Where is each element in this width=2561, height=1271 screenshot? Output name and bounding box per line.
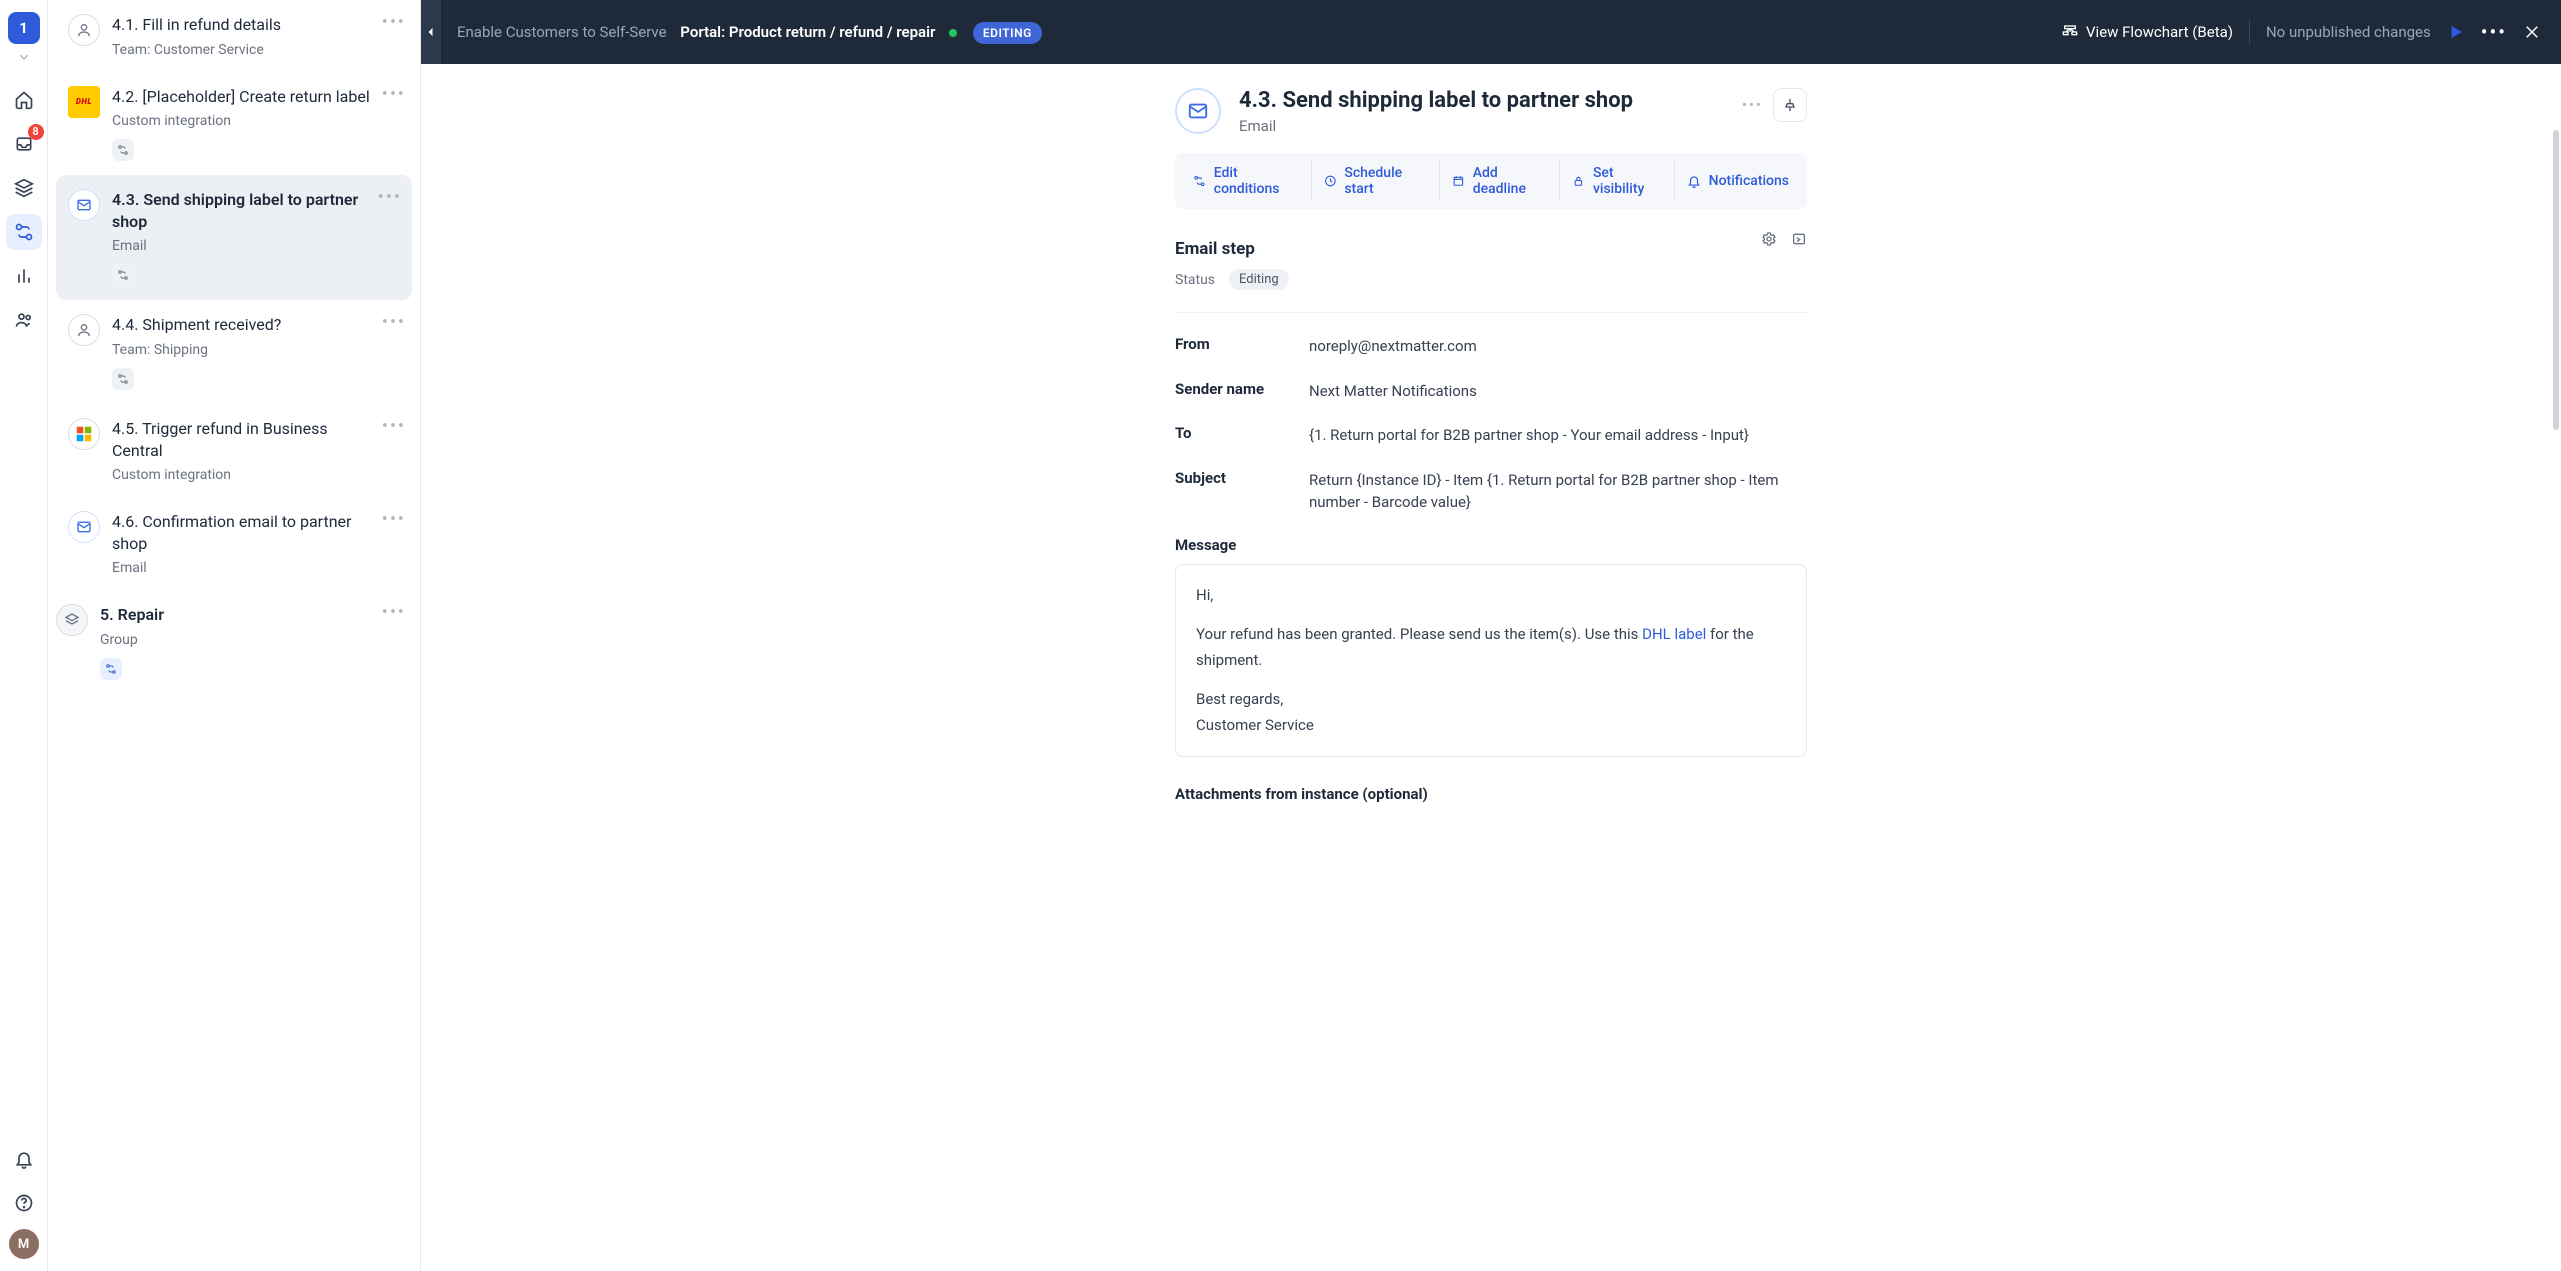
collapse-panel-button[interactable] — [421, 0, 441, 64]
nav-workflows[interactable] — [6, 214, 42, 250]
step-subtitle: Email — [112, 238, 372, 254]
subject-label: Subject — [1175, 469, 1285, 514]
inbox-badge: 8 — [28, 124, 44, 140]
more-icon[interactable]: ••• — [1742, 96, 1763, 114]
step-more-icon[interactable]: ••• — [382, 14, 406, 32]
step-more-icon[interactable]: ••• — [378, 189, 402, 207]
step-subtitle: Custom integration — [112, 113, 372, 129]
step-title: 4.3. Send shipping label to partner shop — [112, 189, 372, 232]
scrollbar[interactable] — [2553, 130, 2559, 430]
step-subtitle: Team: Shipping — [112, 342, 372, 358]
message-label: Message — [1175, 536, 1807, 554]
sender-name-value[interactable]: Next Matter Notifications — [1309, 380, 1477, 403]
message-body[interactable]: Hi, Your refund has been granted. Please… — [1175, 564, 1807, 758]
step-item-4-2[interactable]: DHL 4.2. [Placeholder] Create return lab… — [48, 72, 420, 176]
dhl-label-link[interactable]: DHL label — [1642, 625, 1706, 643]
step-detail-type: Email — [1239, 117, 1633, 135]
add-deadline-button[interactable]: Add deadline — [1440, 161, 1560, 201]
step-title: 4.6. Confirmation email to partner shop — [112, 511, 372, 554]
conditions-chip[interactable] — [112, 264, 134, 286]
subject-value[interactable]: Return {Instance ID} - Item {1. Return p… — [1309, 469, 1807, 514]
step-item-4-5[interactable]: 4.5. Trigger refund in Business Central … — [48, 404, 420, 497]
sender-name-label: Sender name — [1175, 380, 1285, 403]
gear-icon[interactable] — [1761, 231, 1777, 247]
nav-notifications[interactable] — [6, 1141, 42, 1177]
dhl-icon: DHL — [68, 86, 100, 118]
preview-icon[interactable] — [1791, 231, 1807, 247]
action-bar: Edit conditions Schedule start Add deadl… — [1175, 153, 1807, 209]
more-icon[interactable]: ••• — [2481, 20, 2507, 44]
schedule-start-button[interactable]: Schedule start — [1312, 161, 1440, 201]
publish-status: No unpublished changes — [2266, 23, 2431, 41]
step-title: 4.2. [Placeholder] Create return label — [112, 86, 372, 108]
step-detail-panel: 4.3. Send shipping label to partner shop… — [1171, 88, 1811, 803]
step-list-panel: 4.1. Fill in refund details Team: Custom… — [48, 0, 421, 1271]
user-icon — [68, 14, 100, 46]
pin-icon[interactable] — [1773, 88, 1807, 122]
step-more-icon[interactable]: ••• — [382, 604, 406, 622]
step-item-4-4[interactable]: 4.4. Shipment received? Team: Shipping •… — [48, 300, 420, 404]
to-label: To — [1175, 424, 1285, 447]
nav-people[interactable] — [6, 302, 42, 338]
conditions-chip[interactable] — [112, 368, 134, 390]
breadcrumb: Enable Customers to Self-Serve Portal: P… — [457, 23, 1042, 41]
status-dot-icon — [949, 29, 957, 37]
nav-help[interactable] — [6, 1185, 42, 1221]
conditions-chip[interactable] — [100, 658, 122, 680]
from-label: From — [1175, 335, 1285, 358]
view-flowchart-button[interactable]: View Flowchart (Beta) — [2062, 23, 2233, 41]
step-group-5[interactable]: 5. Repair Group ••• — [48, 590, 420, 694]
topbar: Enable Customers to Self-Serve Portal: P… — [421, 0, 2561, 64]
nav-reports[interactable] — [6, 258, 42, 294]
step-detail-title: 4.3. Send shipping label to partner shop — [1239, 88, 1633, 113]
step-more-icon[interactable]: ••• — [382, 314, 406, 332]
conditions-chip[interactable] — [112, 139, 134, 161]
step-title: 4.4. Shipment received? — [112, 314, 372, 336]
step-subtitle: Group — [100, 632, 372, 648]
step-subtitle: Custom integration — [112, 467, 372, 483]
step-subtitle: Email — [112, 560, 372, 576]
step-title: 4.1. Fill in refund details — [112, 14, 372, 36]
chevron-down-icon[interactable] — [17, 50, 31, 64]
app-logo[interactable]: 1 — [8, 12, 40, 44]
email-icon — [1175, 88, 1221, 134]
breadcrumb-current: Portal: Product return / refund / repair — [680, 23, 935, 41]
step-more-icon[interactable]: ••• — [382, 86, 406, 104]
from-value[interactable]: noreply@nextmatter.com — [1309, 335, 1477, 358]
email-icon — [68, 189, 100, 221]
set-visibility-button[interactable]: Set visibility — [1560, 161, 1674, 201]
step-more-icon[interactable]: ••• — [382, 511, 406, 529]
editing-badge: EDITING — [973, 22, 1042, 44]
breadcrumb-root[interactable]: Enable Customers to Self-Serve — [457, 23, 667, 41]
user-icon — [68, 314, 100, 346]
step-more-icon[interactable]: ••• — [382, 418, 406, 436]
step-title: 5. Repair — [100, 604, 372, 626]
edit-conditions-button[interactable]: Edit conditions — [1181, 161, 1312, 201]
notifications-button[interactable]: Notifications — [1675, 169, 1801, 193]
nav-rail: 1 8 M — [0, 0, 48, 1271]
step-item-4-6[interactable]: 4.6. Confirmation email to partner shop … — [48, 497, 420, 590]
step-title: 4.5. Trigger refund in Business Central — [112, 418, 372, 461]
email-icon — [68, 511, 100, 543]
microsoft-icon — [68, 418, 100, 450]
nav-layers[interactable] — [6, 170, 42, 206]
attachments-label: Attachments from instance (optional) — [1175, 785, 1807, 803]
step-item-4-1[interactable]: 4.1. Fill in refund details Team: Custom… — [48, 0, 420, 72]
user-avatar[interactable]: M — [9, 1229, 39, 1259]
step-subtitle: Team: Customer Service — [112, 42, 372, 58]
play-icon[interactable] — [2447, 23, 2465, 41]
status-value: Editing — [1229, 269, 1289, 290]
nav-home[interactable] — [6, 82, 42, 118]
section-title: Email step — [1175, 239, 1807, 259]
nav-inbox[interactable]: 8 — [6, 126, 42, 162]
close-icon[interactable] — [2523, 23, 2541, 41]
to-value[interactable]: {1. Return portal for B2B partner shop -… — [1309, 424, 1749, 447]
group-icon — [56, 604, 88, 636]
step-item-4-3-selected[interactable]: 4.3. Send shipping label to partner shop… — [56, 175, 412, 300]
status-label: Status — [1175, 272, 1215, 288]
